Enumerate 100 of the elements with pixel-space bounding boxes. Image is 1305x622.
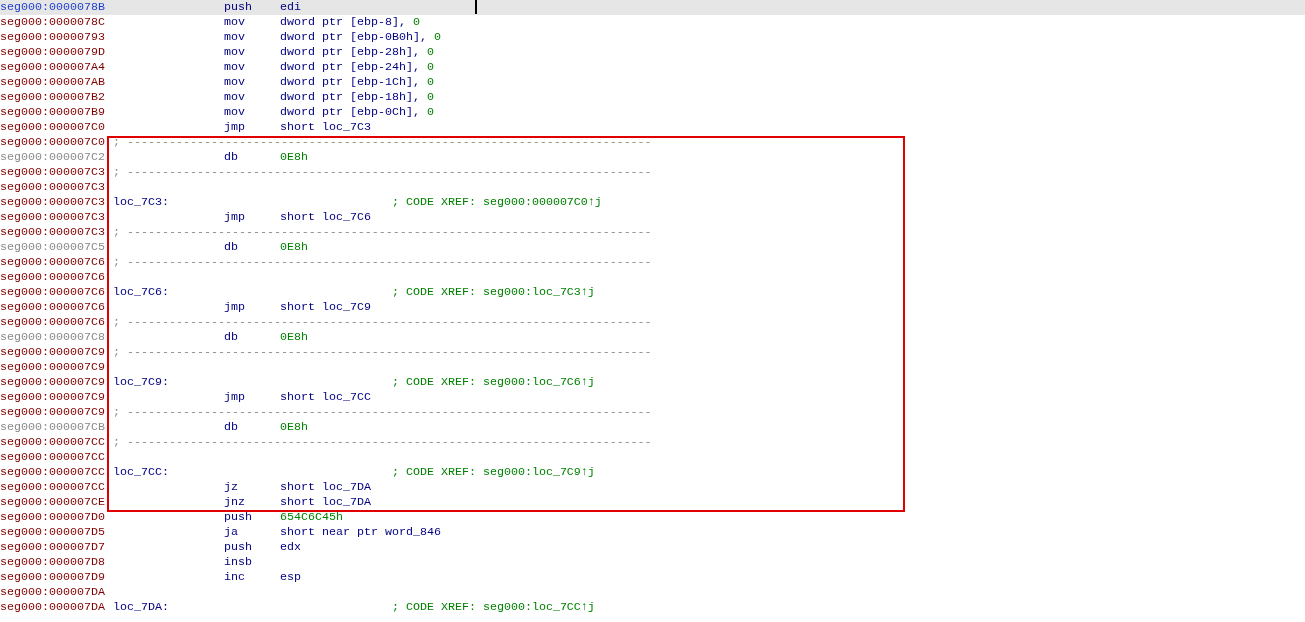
code-line[interactable]: seg000:0000078C mov dword ptr [ebp-8], 0	[0, 15, 1305, 30]
code-label: loc_7DA:	[113, 600, 170, 615]
code-line[interactable]: seg000:000007CC ; ---------------------------------------------------------------------------	[0, 435, 1305, 450]
mnemonic-text: db	[224, 150, 239, 165]
code-line[interactable]: seg000:000007D9 inc esp	[0, 570, 1305, 585]
code-line[interactable]: seg000:000007C9 loc_7C9: ; CODE XREF: seg000:loc_7C6↑j	[0, 375, 1305, 390]
mnemonic-text: push	[224, 540, 253, 555]
code-line[interactable]: seg000:000007DA loc_7DA: ; CODE XREF: seg000:loc_7CC↑j	[0, 600, 1305, 615]
code-line[interactable]: seg000:000007C6	[0, 270, 1305, 285]
address-text: seg000:000007B2	[0, 90, 106, 105]
immediate-value: 0	[433, 30, 441, 45]
operand-text: short loc_7C3	[280, 120, 371, 135]
mnemonic-text: ja	[224, 525, 239, 540]
text-cursor-icon	[475, 0, 477, 14]
code-line[interactable]: seg000:0000079D mov dword ptr [ebp-28h], 0	[0, 45, 1305, 60]
code-line[interactable]: seg000:000007C9 ; ---------------------------------------------------------------------------	[0, 405, 1305, 420]
address-text: seg000:000007D7	[0, 540, 106, 555]
code-line[interactable]: seg000:000007C6 ; ---------------------------------------------------------------------------	[0, 255, 1305, 270]
mnemonic-text: jmp	[224, 300, 246, 315]
immediate-value: 0E8h	[280, 150, 308, 165]
mnemonic-text: db	[224, 330, 239, 345]
code-line[interactable]: seg000:000007CC	[0, 450, 1305, 465]
code-line[interactable]: seg000:000007A4 mov dword ptr [ebp-24h], 0	[0, 60, 1305, 75]
code-label: loc_7C9:	[113, 375, 170, 390]
address-text: seg000:000007CC	[0, 435, 106, 450]
operand-text: dword ptr [ebp-28h],	[280, 45, 421, 60]
code-line[interactable]: seg000:000007C3 jmp short loc_7C6	[0, 210, 1305, 225]
address-text: seg000:000007C6	[0, 270, 106, 285]
code-line[interactable]: seg000:000007C3 loc_7C3: ; CODE XREF: seg000:000007C0↑j	[0, 195, 1305, 210]
code-line[interactable]: seg000:000007C3	[0, 180, 1305, 195]
mnemonic-text: jmp	[224, 210, 246, 225]
code-line[interactable]: seg000:000007D0 push 654C6C45h	[0, 510, 1305, 525]
operand-text: dword ptr [ebp-24h],	[280, 60, 421, 75]
operand-text: short near ptr word_846	[280, 525, 441, 540]
code-line[interactable]: seg000:000007CC jz short loc_7DA	[0, 480, 1305, 495]
address-text: seg000:000007C6	[0, 315, 106, 330]
address-text: seg000:000007A4	[0, 60, 106, 75]
operand-text: dword ptr [ebp-18h],	[280, 90, 421, 105]
address-text: seg000:000007C0	[0, 135, 106, 150]
mnemonic-text: jmp	[224, 390, 246, 405]
immediate-value: 0	[412, 15, 420, 30]
mnemonic-text: jz	[224, 480, 239, 495]
xref-comment: ; CODE XREF: seg000:000007C0↑j	[392, 195, 602, 210]
code-line[interactable]: seg000:000007C3 ; ---------------------------------------------------------------------------	[0, 225, 1305, 240]
code-line[interactable]: seg000:000007C9 ; ---------------------------------------------------------------------------	[0, 345, 1305, 360]
code-line[interactable]: seg000:000007C6 ; ---------------------------------------------------------------------------	[0, 315, 1305, 330]
operand-text: edx	[280, 540, 301, 555]
code-line[interactable]: seg000:000007B2 mov dword ptr [ebp-18h], 0	[0, 90, 1305, 105]
address-text: seg000:00000793	[0, 30, 106, 45]
code-line[interactable]: seg000:000007C8 db 0E8h	[0, 330, 1305, 345]
code-line[interactable]: seg000:000007CE jnz short loc_7DA	[0, 495, 1305, 510]
operand-text: dword ptr [ebp-0B0h],	[280, 30, 428, 45]
code-line[interactable]: seg000:000007DA	[0, 585, 1305, 600]
address-text: seg000:000007C3	[0, 165, 106, 180]
code-line[interactable]: seg000:000007CB db 0E8h	[0, 420, 1305, 435]
code-line[interactable]: seg000:000007D8 insb	[0, 555, 1305, 570]
operand-text: short loc_7C9	[280, 300, 371, 315]
separator-line: ; ---------------------------------------------------------------------------	[113, 165, 652, 180]
code-line[interactable]: seg000:000007B9 mov dword ptr [ebp-0Ch], 0	[0, 105, 1305, 120]
code-line[interactable]: seg000:000007C6 jmp short loc_7C9	[0, 300, 1305, 315]
address-text: seg000:000007DA	[0, 600, 106, 615]
address-text: seg000:000007C9	[0, 375, 106, 390]
code-line[interactable]: seg000:000007AB mov dword ptr [ebp-1Ch], 0	[0, 75, 1305, 90]
code-line[interactable]: seg000:000007C2 db 0E8h	[0, 150, 1305, 165]
address-text: seg000:000007AB	[0, 75, 106, 90]
code-line[interactable]: seg000:000007C5 db 0E8h	[0, 240, 1305, 255]
code-line[interactable]: seg000:000007D5 ja short near ptr word_846	[0, 525, 1305, 540]
immediate-value: 0	[426, 60, 434, 75]
code-line[interactable]: seg000:000007C3 ; ---------------------------------------------------------------------------	[0, 165, 1305, 180]
immediate-value: 0E8h	[280, 420, 308, 435]
xref-comment: ; CODE XREF: seg000:loc_7C6↑j	[392, 375, 595, 390]
address-text: seg000:000007D0	[0, 510, 106, 525]
address-text: seg000:000007D8	[0, 555, 106, 570]
operand-text: short loc_7C6	[280, 210, 371, 225]
operand-text: dword ptr [ebp-0Ch],	[280, 105, 421, 120]
code-line[interactable]: seg000:000007C9	[0, 360, 1305, 375]
mnemonic-text: db	[224, 420, 239, 435]
xref-comment: ; CODE XREF: seg000:loc_7CC↑j	[392, 600, 595, 615]
code-line[interactable]: seg000:000007C9 jmp short loc_7CC	[0, 390, 1305, 405]
mnemonic-text: inc	[224, 570, 246, 585]
address-text: seg000:000007B9	[0, 105, 106, 120]
immediate-value: 0	[426, 75, 434, 90]
code-line[interactable]: seg000:000007C0 ; ---------------------------------------------------------------------------	[0, 135, 1305, 150]
code-line[interactable]: seg000:000007C0 jmp short loc_7C3	[0, 120, 1305, 135]
mnemonic-text: mov	[224, 15, 246, 30]
address-text: seg000:000007CC	[0, 480, 106, 495]
code-label: loc_7C3:	[113, 195, 170, 210]
address-text: seg000:0000079D	[0, 45, 106, 60]
code-line[interactable]: seg000:00000793 mov dword ptr [ebp-0B0h], 0	[0, 30, 1305, 45]
mnemonic-text: insb	[224, 555, 253, 570]
address-text: seg000:000007C9	[0, 345, 106, 360]
address-text: seg000:000007C8	[0, 330, 106, 345]
code-line[interactable]: seg000:000007C6 loc_7C6: ; CODE XREF: seg000:loc_7C3↑j	[0, 285, 1305, 300]
operand-text: esp	[280, 570, 301, 585]
address-text: seg000:0000078C	[0, 15, 106, 30]
code-line[interactable]: seg000:000007D7 push edx	[0, 540, 1305, 555]
address-text: seg000:0000078B	[0, 0, 106, 15]
code-line[interactable]: seg000:000007CC loc_7CC: ; CODE XREF: seg000:loc_7C9↑j	[0, 465, 1305, 480]
operand-text: short loc_7DA	[280, 480, 371, 495]
address-text: seg000:000007C3	[0, 225, 106, 240]
